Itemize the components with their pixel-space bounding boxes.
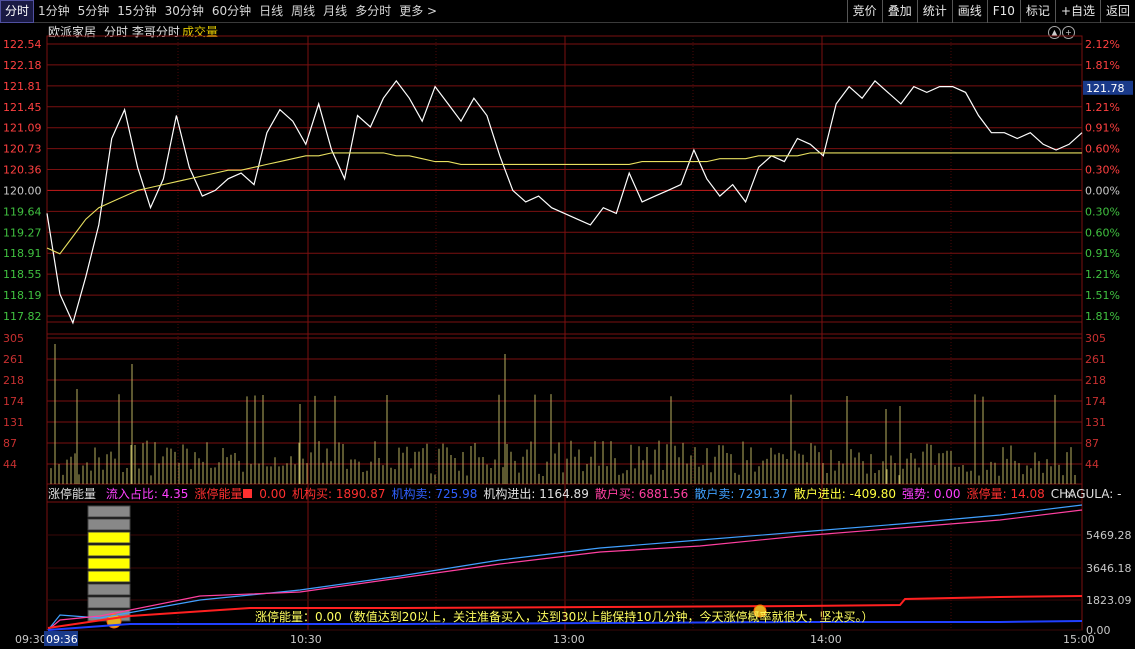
- price-tick-label-10: 118.91: [3, 247, 42, 260]
- price-tick-label-1: 122.18: [3, 59, 42, 72]
- price-tick-label-8: 119.64: [3, 205, 42, 218]
- indicator-value-6: 7291.37: [734, 487, 788, 501]
- indicator-label-8: 强势:: [901, 487, 931, 501]
- volume-tick-left-1: 261: [3, 353, 24, 366]
- indicator-label-2: 机构买:: [292, 487, 333, 501]
- price-tick-label-2: 121.81: [3, 80, 42, 93]
- percent-tick-label-4: 0.91%: [1085, 122, 1120, 135]
- indicator-value-8: 0.00: [930, 487, 961, 501]
- percent-tick-label-5: 0.60%: [1085, 143, 1120, 156]
- percent-tick-label-7: 0.00%: [1085, 184, 1120, 197]
- volume-tick-right-4: 131: [1085, 416, 1106, 429]
- indicator-note: 涨停能量：0.00（数值达到20以上，关注准备买入，达到30以上能保持10几分钟…: [255, 609, 874, 624]
- indicator-label-6: 散户卖:: [694, 487, 735, 501]
- indicator-tick-0: 5469.28: [1086, 529, 1132, 542]
- indicator-label-7: 散户进出:: [793, 487, 846, 501]
- indicator-value-7: -409.80: [845, 487, 896, 501]
- percent-tick-label-1: 1.81%: [1085, 59, 1120, 72]
- volume-tick-left-2: 218: [3, 374, 24, 387]
- price-tick-label-6: 120.36: [3, 164, 42, 177]
- indicator-value-0: 4.35: [157, 487, 189, 501]
- volume-tick-right-1: 261: [1085, 353, 1106, 366]
- volume-tick-right-6: 44: [1085, 458, 1099, 471]
- indicator-header: 涨停能量 流入占比: 4.35 涨停能量 0.00 机构买: 1890.87 机构卖:…: [0, 486, 1135, 502]
- indicator-value-3: 725.98: [431, 487, 478, 501]
- percent-tick-label-13: 1.81%: [1085, 310, 1120, 323]
- gauge-block-7: [87, 596, 131, 609]
- volume-tick-right-3: 174: [1085, 395, 1106, 408]
- volume-tick-left-3: 174: [3, 395, 24, 408]
- indicator-label-4: 机构进出:: [483, 487, 536, 501]
- percent-tick-label-11: 1.21%: [1085, 268, 1120, 281]
- time-label-4: 15:00: [1063, 633, 1095, 646]
- time-label-3: 14:00: [810, 633, 842, 646]
- indicator-value-5: 6881.56: [634, 487, 689, 501]
- gauge-block-4: [87, 557, 131, 570]
- percent-tick-label-3: 1.21%: [1085, 101, 1120, 114]
- volume-tick-left-4: 131: [3, 416, 24, 429]
- indicator-swatch: [243, 489, 253, 498]
- price-tick-label-4: 121.09: [3, 122, 42, 135]
- volume-tick-right-0: 305: [1085, 332, 1106, 345]
- close-indicator-icon[interactable]: ×: [1065, 486, 1075, 502]
- price-tick-label-0: 122.54: [3, 38, 42, 51]
- price-tick-label-9: 119.27: [3, 226, 42, 239]
- volume-tick-right-5: 87: [1085, 437, 1099, 450]
- gauge-block-6: [87, 583, 131, 596]
- gauge-block-0: [87, 505, 131, 518]
- volume-tick-left-0: 305: [3, 332, 24, 345]
- time-label-0: 09:30: [15, 633, 47, 646]
- gauge-block-5: [87, 570, 131, 583]
- price-tick-label-3: 121.45: [3, 101, 42, 114]
- volume-tick-right-2: 218: [1085, 374, 1106, 387]
- percent-tick-label-9: 0.60%: [1085, 226, 1120, 239]
- indicator-value-4: 1164.89: [535, 487, 589, 501]
- percent-tick-label-10: 0.91%: [1085, 247, 1120, 260]
- indicator-label-1: 涨停能量: [194, 487, 243, 501]
- indicator-label-10: CHAGULA:: [1050, 487, 1114, 501]
- indicator-name[interactable]: 涨停能量: [48, 487, 96, 501]
- volume-tick-left-5: 87: [3, 437, 17, 450]
- time-label-1: 10:30: [290, 633, 322, 646]
- indicator-value-1: 0.00: [255, 487, 286, 501]
- indicator-tick-2: 1823.09: [1086, 594, 1132, 607]
- indicator-value-9: 14.08: [1006, 487, 1045, 501]
- indicator-label-3: 机构卖:: [391, 487, 432, 501]
- price-tick-label-11: 118.55: [3, 268, 42, 281]
- gauge-block-3: [87, 544, 131, 557]
- price-tick-label-13: 117.82: [3, 310, 42, 323]
- percent-tick-label-0: 2.12%: [1085, 38, 1120, 51]
- volume-tick-left-6: 44: [3, 458, 17, 471]
- percent-tick-label-6: 0.30%: [1085, 164, 1120, 177]
- percent-tick-label-12: 1.51%: [1085, 289, 1120, 302]
- intraday-chart[interactable]: 122.54 2.12% 122.18 1.81% 121.81 1.51% 121.45 1…: [0, 0, 1135, 649]
- indicator-label-9: 涨停量:: [966, 487, 1007, 501]
- indicator-value-2: 1890.87: [332, 487, 386, 501]
- percent-tick-label-8: 0.30%: [1085, 205, 1120, 218]
- indicator-label-0: 流入占比:: [105, 487, 158, 501]
- price-tick-label-12: 118.19: [3, 289, 42, 302]
- current-price-label: 121.78: [1086, 82, 1125, 95]
- price-tick-label-7: 120.00: [3, 184, 42, 197]
- time-label-2: 13:00: [553, 633, 585, 646]
- cursor-time-label: 09:36: [46, 633, 78, 646]
- indicator-label-5: 散户买:: [594, 487, 635, 501]
- indicator-tick-1: 3646.18: [1086, 562, 1132, 575]
- gauge-block-2: [87, 531, 131, 544]
- gauge-block-1: [87, 518, 131, 531]
- indicator-value-10: -: [1113, 487, 1122, 501]
- price-tick-label-5: 120.73: [3, 143, 42, 156]
